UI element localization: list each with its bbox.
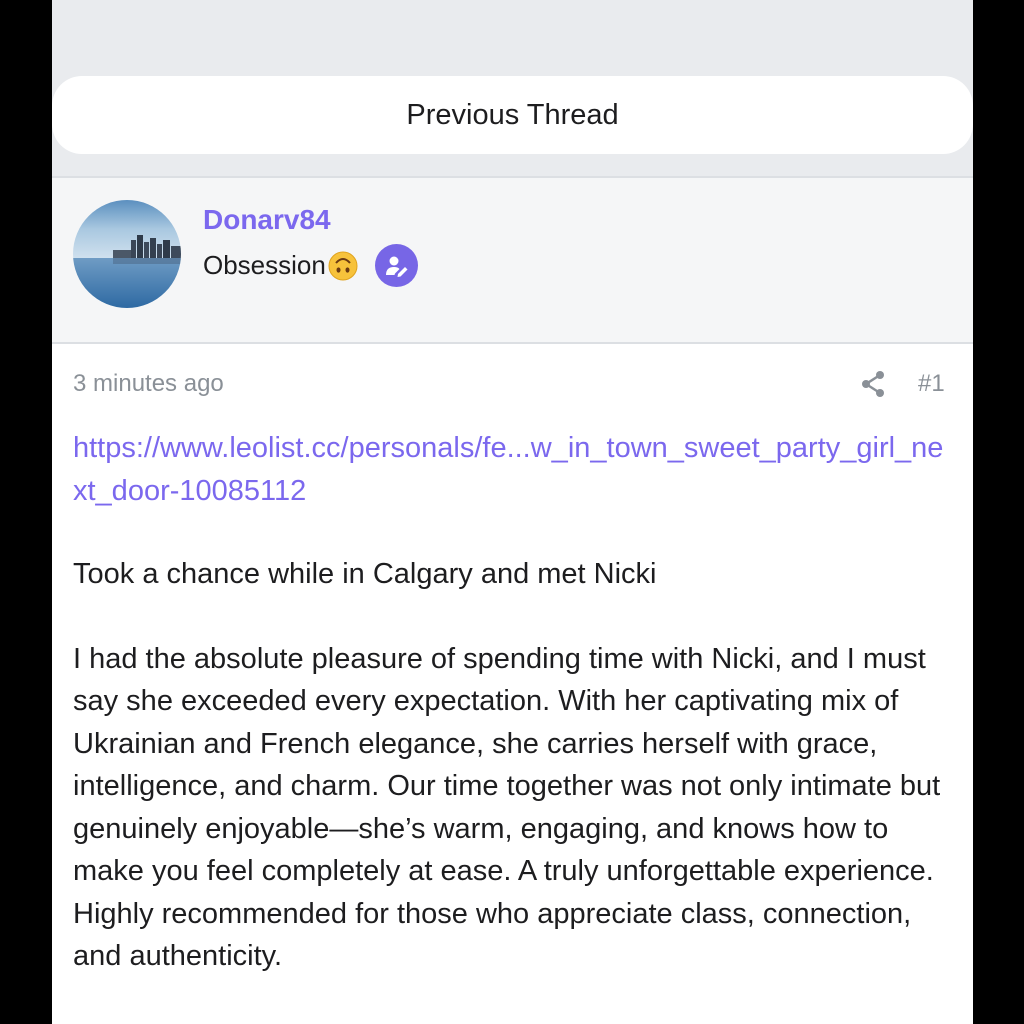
share-icon[interactable] (860, 370, 886, 398)
previous-thread-button[interactable]: Previous Thread (52, 76, 973, 154)
post-paragraph: I had the absolute pleasure of spending … (73, 642, 941, 973)
user-edit-icon[interactable] (375, 244, 418, 287)
avatar-image (73, 200, 181, 308)
post-body: Took a chance while in Calgary and met N… (73, 553, 953, 1020)
thread-page: Previous Thread Donarv84 Obsession 3 min… (52, 0, 973, 1024)
username-link[interactable]: Donarv84 (203, 204, 331, 236)
post-timestamp: 3 minutes ago (73, 370, 224, 397)
upside-down-face-emoji-icon (328, 251, 358, 281)
author-section: Donarv84 Obsession (52, 176, 973, 344)
post-external-link[interactable]: https://www.leolist.cc/personals/fe...w_… (73, 427, 953, 513)
user-title: Obsession (203, 250, 358, 281)
user-title-text: Obsession (203, 250, 326, 280)
post-number-link[interactable]: #1 (918, 370, 945, 398)
post-paragraph: Took a chance while in Calgary and met N… (73, 558, 657, 590)
avatar[interactable] (73, 200, 181, 308)
